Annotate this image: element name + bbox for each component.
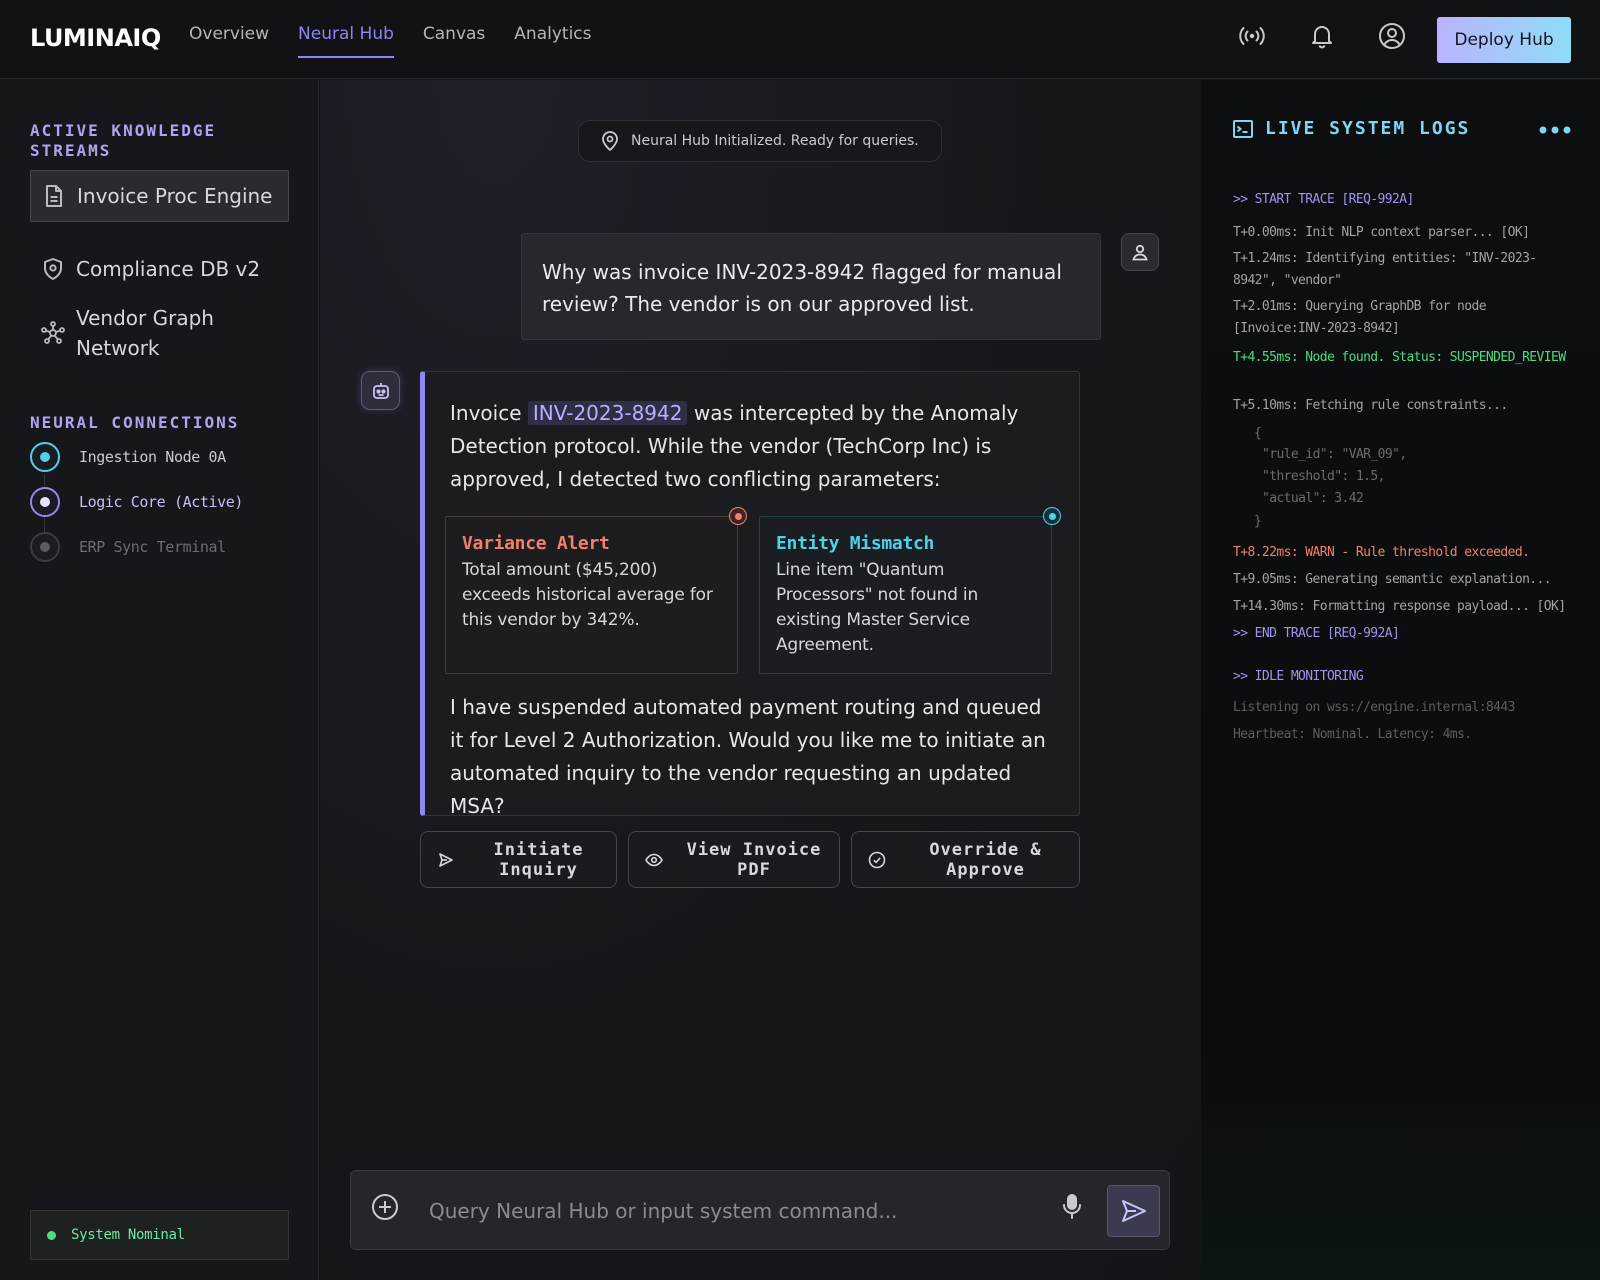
stream-vendor-graph-network[interactable]: Vendor Graph Network [30,302,289,364]
intro-text: Invoice [450,401,522,425]
log-line: Listening on wss://engine.internal:8443 [1233,700,1515,715]
button-label: View Invoice PDF [686,839,822,880]
initiate-inquiry-button[interactable]: Initiate Inquiry [420,831,617,888]
card-title: Variance Alert [462,533,610,554]
nav-neural-hub[interactable]: Neural Hub [298,24,394,58]
log-json-line: } [1254,514,1262,529]
system-status-label: System Nominal [71,1227,185,1243]
brand-logo[interactable]: LUMINAIQ [30,24,161,52]
invoice-id-tag[interactable]: INV-2023-8942 [527,401,688,425]
streams-section-title: ACTIVE KNOWLEDGE STREAMS [30,121,217,160]
stream-label: Invoice Proc Engine [77,184,273,208]
log-line: T+5.10ms: Fetching rule constraints... [1233,398,1508,413]
main-nav: Overview Neural Hub Canvas Analytics [189,24,621,58]
entity-mismatch-card[interactable]: Entity Mismatch Line item "Quantum Proce… [759,516,1052,674]
log-line: Heartbeat: Nominal. Latency: 4ms. [1233,727,1472,742]
nav-analytics[interactable]: Analytics [514,24,591,58]
variance-alert-card[interactable]: Variance Alert Total amount ($45,200) ex… [445,516,738,674]
log-line: T+0.00ms: Init NLP context parser... [OK… [1233,225,1530,240]
check-circle-icon [852,851,902,869]
send-icon [421,852,471,868]
robot-icon [372,382,389,399]
user-icon [1132,244,1148,261]
assistant-outro: I have suspended automated payment routi… [450,695,1046,818]
connections-section-title: NEURAL CONNECTIONS [30,413,240,432]
add-attachment-icon[interactable] [371,1193,399,1225]
nav-canvas[interactable]: Canvas [423,24,485,58]
eye-icon [629,853,679,867]
button-label: Override & Approve [929,839,1042,880]
stream-compliance-db[interactable]: Compliance DB v2 [30,243,289,295]
log-line: T+14.30ms: Formatting response payload..… [1233,599,1566,614]
connection-logic-core[interactable]: Logic Core (Active) [30,487,243,517]
assistant-avatar [361,371,400,410]
log-line: >> END TRACE [REQ-992A] [1233,626,1400,641]
microphone-icon[interactable] [1061,1193,1083,1225]
log-json-line: { [1254,426,1262,441]
user-avatar [1121,233,1159,271]
assistant-intro: Invoice INV-2023-8942 was intercepted by… [450,397,1060,496]
status-dot-icon [30,487,60,517]
mismatch-pin-icon [1043,507,1061,525]
log-line: T+1.24ms: Identifying entities: "INV-202… [1233,251,1537,288]
deploy-hub-button[interactable]: Deploy Hub [1437,17,1571,63]
status-dot-icon [30,532,60,562]
status-dot-icon [47,1230,56,1240]
logs-title: LIVE SYSTEM LOGS [1265,118,1471,139]
assistant-message-bubble: Invoice INV-2023-8942 was intercepted by… [420,371,1080,818]
card-body: Total amount ($45,200) exceeds historica… [462,560,713,630]
network-icon [30,321,76,345]
log-line: T+8.22ms: WARN - Rule threshold exceeded… [1233,545,1530,560]
log-json-line: "actual": 3.42 [1262,491,1364,506]
log-json-line: "rule_id": "VAR_09", [1262,447,1407,462]
log-line: T+2.01ms: Querying GraphDB for node [Inv… [1233,299,1487,336]
connection-label: ERP Sync Terminal [79,538,226,556]
connection-erp-sync[interactable]: ERP Sync Terminal [30,532,226,562]
shield-icon [30,258,76,280]
query-input-bar [350,1170,1170,1250]
user-circle-icon[interactable] [1376,20,1408,52]
override-approve-button[interactable]: Override & Approve [851,831,1080,888]
log-json-line: "threshold": 1.5, [1262,469,1385,484]
logs-header: LIVE SYSTEM LOGS [1233,118,1470,139]
send-query-button[interactable] [1107,1185,1160,1237]
connection-label: Ingestion Node 0A [79,448,226,466]
query-input[interactable] [429,1191,1029,1231]
send-icon [1121,1200,1146,1222]
stream-label: Compliance DB v2 [76,257,261,281]
log-line: T+4.55ms: Node found. Status: SUSPENDED_… [1233,350,1566,365]
log-line: >> START TRACE [REQ-992A] [1233,192,1414,207]
init-status-pill: Neural Hub Initialized. Ready for querie… [578,120,942,162]
bell-icon[interactable] [1306,20,1338,52]
document-icon [31,185,77,207]
user-message-bubble: Why was invoice INV-2023-8942 flagged fo… [521,233,1101,340]
log-line: T+9.05ms: Generating semantic explanatio… [1233,572,1552,587]
button-label: Initiate Inquiry [493,839,584,880]
status-dot-icon [30,442,60,472]
brain-pin-icon [602,131,618,151]
stream-invoice-proc-engine[interactable]: Invoice Proc Engine [30,170,289,222]
more-options-icon[interactable] [1537,118,1573,146]
card-body: Line item "Quantum Processors" not found… [776,560,979,655]
init-message: Neural Hub Initialized. Ready for querie… [631,133,919,149]
broadcast-icon[interactable] [1236,20,1268,52]
terminal-icon [1233,119,1253,138]
log-line: >> IDLE MONITORING [1233,669,1364,684]
top-navigation-bar: LUMINAIQ Overview Neural Hub Canvas Anal… [0,0,1600,79]
nav-overview[interactable]: Overview [189,24,269,58]
connection-label: Logic Core (Active) [79,493,243,511]
card-title: Entity Mismatch [776,533,935,554]
view-invoice-pdf-button[interactable]: View Invoice PDF [628,831,840,888]
alert-pin-icon [729,507,747,525]
connection-ingestion-node[interactable]: Ingestion Node 0A [30,442,226,472]
system-status-badge: System Nominal [30,1210,289,1260]
stream-label: Vendor Graph Network [76,306,214,360]
